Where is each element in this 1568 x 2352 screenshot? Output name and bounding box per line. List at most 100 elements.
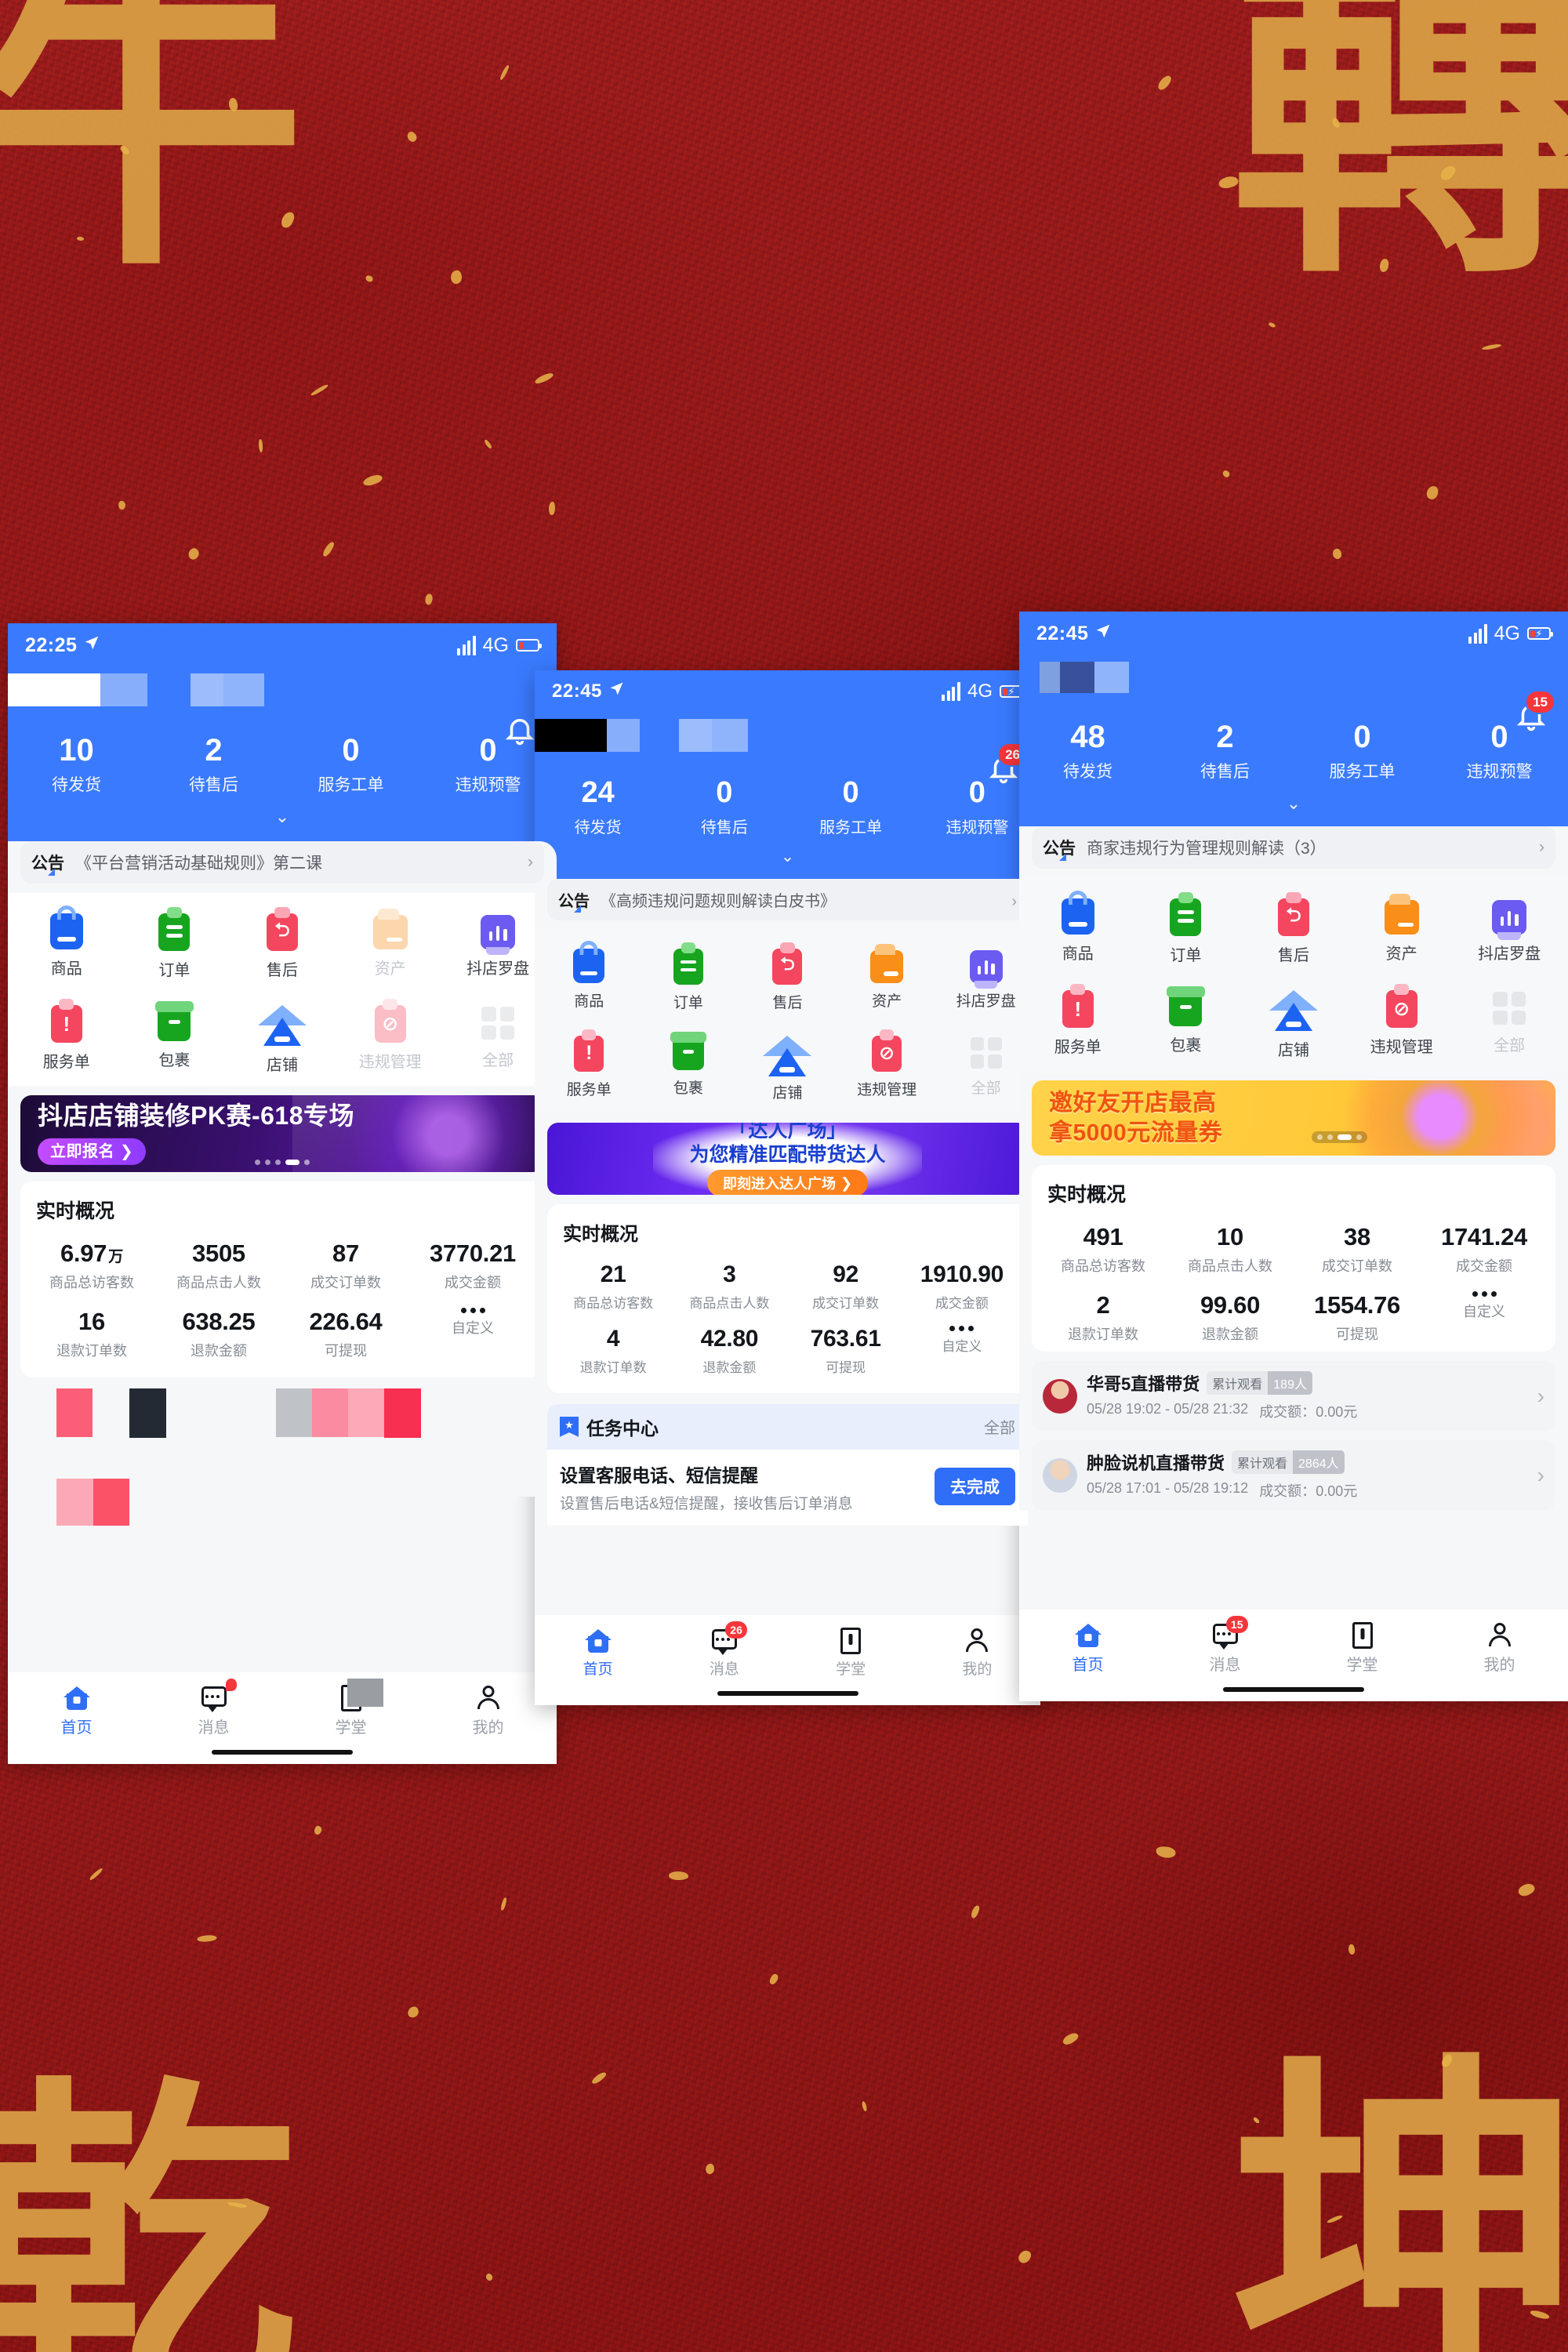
- grid-item-shop[interactable]: 店铺: [738, 1028, 837, 1102]
- grid-item-all[interactable]: 全部: [1455, 982, 1563, 1060]
- person-icon: [1486, 1622, 1513, 1649]
- tab-messages[interactable]: 15 消息: [1156, 1616, 1294, 1675]
- grid-item-orders[interactable]: 订单: [1132, 891, 1240, 965]
- stat-item[interactable]: 92 成交订单数: [788, 1261, 904, 1312]
- grid-item-parcels[interactable]: 包裹: [121, 997, 229, 1075]
- stat-item[interactable]: 1910.90 成交金额: [904, 1261, 1020, 1312]
- location-icon: [83, 634, 100, 657]
- stat-item[interactable]: 42.80 退款金额: [671, 1326, 787, 1376]
- promo-banner[interactable]: 邀好友开店最高 拿5000元流量券: [1032, 1080, 1555, 1156]
- expand-header-chevron-down-icon[interactable]: ⌄: [1019, 793, 1568, 814]
- stat-item[interactable]: 21 商品总访客数: [555, 1261, 671, 1312]
- live-session-row[interactable]: 华哥5直播带货 累计观看 189人 05/28 19:02 - 05/28 21…: [1032, 1361, 1555, 1431]
- stat-item[interactable]: 763.61 可提现: [788, 1326, 904, 1376]
- stat-item[interactable]: 226.64 可提现: [282, 1308, 409, 1360]
- grid-item-violation[interactable]: ⊘ 违规管理: [1348, 982, 1456, 1060]
- kpi-item[interactable]: 10 待发货: [8, 733, 145, 796]
- expand-header-chevron-down-icon[interactable]: ⌄: [8, 807, 557, 827]
- kpi-item[interactable]: 0 服务工单: [282, 733, 419, 796]
- grid-item-service-orders[interactable]: ! 服务单: [539, 1028, 639, 1102]
- announcement-bar[interactable]: 公告 商家违规行为管理规则解读（3） ›: [1032, 826, 1555, 869]
- battery-icon: [516, 639, 542, 652]
- tab-school[interactable]: 学堂: [1294, 1617, 1431, 1675]
- kpi-item[interactable]: 0 待售后: [661, 776, 787, 837]
- chart-icon: [969, 949, 1003, 989]
- stat-item[interactable]: 3 商品点击人数: [671, 1261, 787, 1312]
- grid-item-products[interactable]: 商品: [13, 906, 121, 980]
- grid-item-shop[interactable]: 店铺: [228, 997, 336, 1075]
- expand-header-chevron-down-icon[interactable]: ⌄: [535, 847, 1040, 866]
- task-item[interactable]: 设置客服电话、短信提醒 设置售后电话&短信提醒，接收售后订单消息 去完成: [547, 1449, 1028, 1526]
- phone1-kpi-row: 10 待发货 2 待售后 0 服务工单 0 违规预警: [8, 733, 557, 796]
- tab-profile[interactable]: 我的: [1431, 1617, 1568, 1675]
- kpi-item[interactable]: 2 待售后: [1156, 720, 1294, 782]
- announcement-text: 商家违规行为管理规则解读（3）: [1087, 840, 1327, 858]
- grid-item-parcels[interactable]: 包裹: [639, 1028, 739, 1102]
- stat-item[interactable]: 3505 商品点击人数: [155, 1240, 282, 1292]
- stat-item[interactable]: 87 成交订单数: [282, 1240, 409, 1292]
- stat-item-custom[interactable]: 自定义: [1421, 1291, 1548, 1344]
- announcement-bar[interactable]: 公告 《高频违规问题规则解读白皮书》 ›: [547, 878, 1028, 920]
- live-session-row[interactable]: 肿脸说机直播带货 累计观看 2864人 05/28 17:01 - 05/28 …: [1032, 1440, 1555, 1510]
- tab-home[interactable]: 首页: [1019, 1617, 1156, 1675]
- kpi-item[interactable]: 0 服务工单: [1294, 720, 1431, 782]
- tab-school[interactable]: 学堂: [282, 1679, 419, 1737]
- grid-item-products[interactable]: 商品: [539, 940, 639, 1012]
- banner-cta-button[interactable]: 立即报名 ❯: [38, 1138, 147, 1166]
- tab-home[interactable]: 首页: [535, 1623, 661, 1679]
- home-icon: [1074, 1622, 1102, 1649]
- promo-banner[interactable]: 「达人广场」 为您精准匹配带货达人 即刻进入达人广场 ❯: [547, 1122, 1028, 1195]
- stat-item[interactable]: 638.25 退款金额: [155, 1308, 282, 1360]
- stat-item[interactable]: 38 成交订单数: [1294, 1223, 1421, 1276]
- stat-item[interactable]: 1554.76 可提现: [1294, 1291, 1421, 1344]
- task-center-all-link[interactable]: 全部: [984, 1415, 1015, 1438]
- grid-item-service-orders[interactable]: ! 服务单: [13, 997, 121, 1075]
- kpi-item[interactable]: 0 服务工单: [788, 776, 914, 837]
- announcement-bar[interactable]: 公告 《平台营销活动基础规则》第二课 ›: [20, 841, 544, 884]
- grid-item-assets[interactable]: 资产: [336, 906, 445, 980]
- grid-item-parcels[interactable]: 包裹: [1132, 982, 1240, 1060]
- notification-bell-icon[interactable]: [503, 713, 536, 746]
- kpi-item[interactable]: 48 待发货: [1019, 720, 1156, 782]
- stat-item[interactable]: 10 商品点击人数: [1167, 1223, 1294, 1276]
- task-center-header[interactable]: ★ 任务中心 全部: [547, 1403, 1028, 1450]
- kpi-item[interactable]: 2 待售后: [145, 733, 282, 796]
- stat-item[interactable]: 6.97 万商品总访客数: [28, 1240, 155, 1292]
- tab-school[interactable]: 学堂: [788, 1623, 914, 1679]
- stat-item[interactable]: 16 退款订单数: [28, 1308, 155, 1360]
- phone-screenshot-1: 22:25 4G 10 待发货 2 待售后 0 服务工单 0 违规预警 ⌄ 公告…: [8, 623, 557, 1764]
- grid-item-violation[interactable]: ⊘ 违规管理: [336, 997, 445, 1075]
- stat-item[interactable]: 4 退款订单数: [555, 1326, 671, 1376]
- grid-item-shop[interactable]: 店铺: [1240, 982, 1348, 1060]
- grid-item-service-orders[interactable]: ! 服务单: [1024, 982, 1132, 1060]
- stat-item-custom[interactable]: 自定义: [409, 1308, 536, 1360]
- grid-item-assets[interactable]: 资产: [837, 941, 937, 1012]
- banner-cta-button[interactable]: 即刻进入达人广场 ❯: [706, 1170, 869, 1195]
- tab-messages[interactable]: 消息: [145, 1679, 282, 1737]
- grid-item-orders[interactable]: 订单: [121, 906, 229, 980]
- stat-item[interactable]: 2 退款订单数: [1040, 1291, 1167, 1344]
- kpi-item[interactable]: 24 待发货: [535, 776, 661, 837]
- stat-item[interactable]: 491 商品总访客数: [1040, 1223, 1167, 1276]
- tab-home[interactable]: 首页: [8, 1680, 145, 1737]
- stat-item-custom[interactable]: 自定义: [904, 1325, 1020, 1376]
- stat-item[interactable]: 99.60 退款金额: [1167, 1291, 1294, 1344]
- grid-item-compass[interactable]: 抖店罗盘: [1455, 891, 1563, 965]
- book-icon: [840, 1628, 862, 1654]
- grid-item-orders[interactable]: 订单: [639, 941, 739, 1012]
- grid-item-aftersales[interactable]: ⮌ 售后: [1240, 891, 1348, 965]
- notification-bell-icon[interactable]: 26: [987, 742, 1028, 785]
- task-action-button[interactable]: 去完成: [935, 1468, 1015, 1506]
- grid-item-violation[interactable]: ⊘ 违规管理: [837, 1028, 937, 1102]
- tab-messages[interactable]: 26 消息: [661, 1621, 787, 1679]
- stat-item[interactable]: 3770.21 成交金额: [409, 1240, 536, 1292]
- grid-item-assets[interactable]: 资产: [1348, 891, 1456, 965]
- notification-bell-icon[interactable]: 15: [1515, 690, 1555, 732]
- promo-banner[interactable]: 抖店店铺装修PK赛-618专场 立即报名 ❯: [20, 1095, 544, 1172]
- message-icon: 15: [1211, 1616, 1248, 1650]
- stat-item[interactable]: 1741.24 成交金额: [1421, 1223, 1548, 1276]
- grid-item-products[interactable]: 商品: [1024, 891, 1132, 965]
- statusbar-time: 22:45: [1036, 622, 1089, 644]
- grid-item-aftersales[interactable]: ⮌ 售后: [228, 906, 336, 980]
- grid-item-aftersales[interactable]: ⮌ 售后: [738, 941, 837, 1012]
